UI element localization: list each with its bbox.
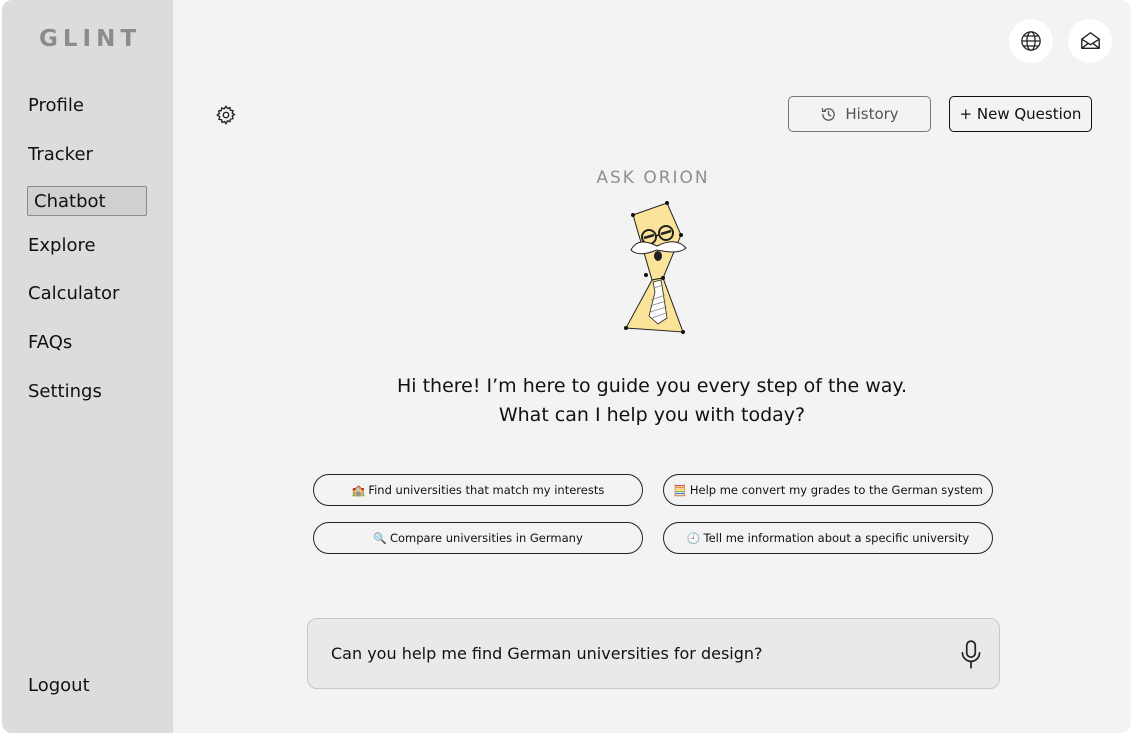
history-label: History	[845, 105, 899, 123]
logo: GLINT	[39, 26, 142, 52]
sidebar-item-profile[interactable]: Profile	[28, 91, 84, 121]
sidebar-item-faqs[interactable]: FAQs	[28, 328, 72, 358]
settings-button[interactable]	[215, 104, 237, 126]
suggestion-label: Find universities that match my interest…	[368, 483, 605, 497]
suggestion-label: Help me convert my grades to the German …	[689, 483, 983, 497]
chat-input[interactable]: Can you help me find German universities…	[307, 618, 1000, 689]
clock-icon: 🕘	[686, 531, 701, 545]
suggestion-find-universities[interactable]: 🏫 Find universities that match my intere…	[313, 474, 643, 506]
page-title: ASK ORION	[596, 168, 710, 188]
history-icon	[822, 107, 836, 121]
globe-icon	[1021, 31, 1041, 51]
inbox-button[interactable]	[1068, 19, 1112, 63]
school-icon: 🏫	[351, 483, 366, 497]
suggestion-compare-universities[interactable]: 🔍 Compare universities in Germany	[313, 522, 643, 554]
sidebar-item-chatbot[interactable]: Chatbot	[27, 186, 147, 216]
sidebar-item-tracker[interactable]: Tracker	[28, 140, 93, 170]
greeting-line-2: What can I help you with today?	[498, 404, 806, 426]
gear-icon	[216, 105, 236, 126]
sidebar-item-settings[interactable]: Settings	[28, 377, 102, 407]
greeting-line-1: Hi there! I’m here to guide you every st…	[397, 375, 907, 397]
suggestion-label: Tell me information about a specific uni…	[703, 531, 970, 545]
new-question-label: + New Question	[959, 105, 1082, 123]
language-button[interactable]	[1009, 19, 1053, 63]
logout-button[interactable]: Logout	[28, 671, 90, 701]
app-window: GLINT Profile Tracker Chatbot Explore Ca…	[2, 0, 1131, 733]
orion-mascot-icon	[624, 201, 687, 334]
suggestion-university-info[interactable]: 🕘 Tell me information about a specific u…	[663, 522, 993, 554]
microphone-icon	[961, 640, 981, 669]
mail-icon	[1080, 32, 1100, 50]
chat-input-text[interactable]: Can you help me find German universities…	[331, 644, 763, 663]
sidebar-item-explore[interactable]: Explore	[28, 231, 96, 261]
suggestion-label: Compare universities in Germany	[389, 531, 583, 545]
sidebar-item-calculator[interactable]: Calculator	[28, 279, 119, 309]
sidebar: GLINT Profile Tracker Chatbot Explore Ca…	[2, 0, 173, 733]
microphone-button[interactable]	[958, 639, 984, 671]
suggestion-convert-grades[interactable]: 🧮 Help me convert my grades to the Germa…	[663, 474, 993, 506]
new-question-button[interactable]: + New Question	[949, 96, 1092, 132]
greeting-text: Hi there! I’m here to guide you every st…	[302, 372, 1002, 430]
history-button[interactable]: History	[788, 96, 931, 132]
magnifier-icon: 🔍	[373, 531, 387, 545]
abacus-icon: 🧮	[673, 483, 687, 497]
